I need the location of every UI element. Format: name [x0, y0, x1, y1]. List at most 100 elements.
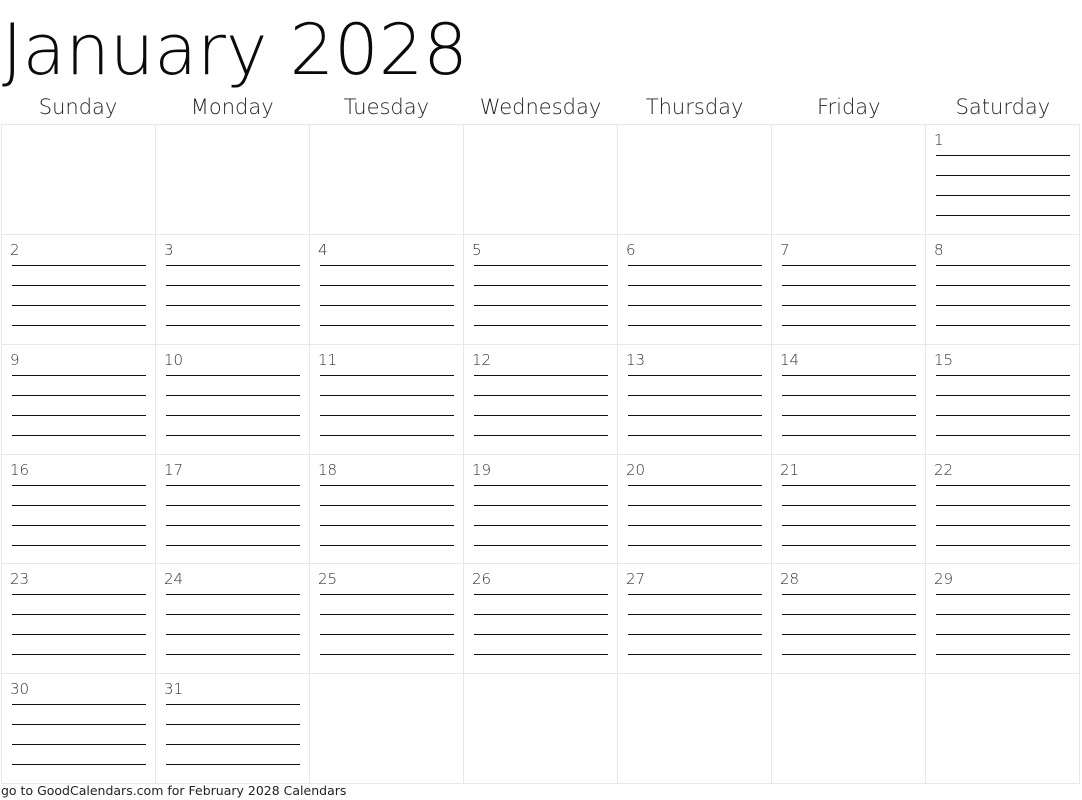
- empty-day-cell: [618, 674, 772, 784]
- note-line: [782, 504, 916, 506]
- note-line: [166, 594, 300, 596]
- note-line: [936, 654, 1070, 656]
- note-line: [12, 394, 146, 396]
- note-line: [12, 414, 146, 416]
- note-line: [12, 744, 146, 746]
- note-line: [628, 434, 762, 436]
- note-line: [782, 544, 916, 546]
- day-cell: 11: [310, 344, 464, 455]
- day-cell: 8: [926, 234, 1080, 345]
- day-cell: 28: [772, 564, 926, 675]
- day-cell: 5: [464, 234, 618, 345]
- note-line: [320, 524, 454, 526]
- weekday-thursday: Thursday: [645, 95, 744, 119]
- note-line: [628, 594, 762, 596]
- day-number: 2: [10, 240, 20, 259]
- footer-link[interactable]: go to GoodCalendars.com for February 202…: [1, 783, 346, 799]
- day-cell: 21: [772, 454, 926, 565]
- note-line: [12, 284, 146, 286]
- empty-day-cell: [464, 674, 618, 784]
- note-line: [782, 304, 916, 306]
- day-number: 31: [164, 680, 184, 699]
- weekday-monday: Monday: [190, 95, 274, 119]
- day-cell: 6: [618, 234, 772, 345]
- day-number: 25: [318, 570, 338, 589]
- note-line: [320, 544, 454, 546]
- calendar-title: January 2028: [2, 9, 468, 91]
- note-line: [474, 634, 608, 636]
- note-line: [936, 634, 1070, 636]
- note-line: [474, 524, 608, 526]
- note-line: [320, 394, 454, 396]
- note-line: [628, 614, 762, 616]
- day-number: 23: [10, 570, 30, 589]
- note-line: [936, 264, 1070, 266]
- note-line: [628, 374, 762, 376]
- note-line: [474, 284, 608, 286]
- note-line: [320, 304, 454, 306]
- note-line: [936, 434, 1070, 436]
- note-line: [12, 324, 146, 326]
- note-line: [12, 614, 146, 616]
- note-line: [628, 634, 762, 636]
- note-line: [474, 544, 608, 546]
- calendar-grid: 1 2 3 4 5 6 7 8 9 10 11 12 13 14 15 16 17 18 19 20 21 22 23 24 2…: [1, 124, 1080, 784]
- weekday-saturday: Saturday: [955, 95, 1051, 119]
- day-number: 16: [10, 460, 30, 479]
- note-line: [12, 524, 146, 526]
- note-line: [936, 175, 1070, 176]
- note-line: [936, 304, 1070, 306]
- day-cell: 19: [464, 454, 618, 565]
- note-line: [12, 654, 146, 656]
- day-cell: 31: [156, 674, 310, 784]
- note-line: [320, 284, 454, 286]
- day-number: 20: [626, 460, 646, 479]
- note-line: [936, 394, 1070, 396]
- note-line: [782, 324, 916, 326]
- note-line: [166, 504, 300, 506]
- note-line: [474, 654, 608, 656]
- day-cell: 12: [464, 344, 618, 455]
- note-line: [474, 484, 608, 486]
- day-cell: 10: [156, 344, 310, 455]
- note-line: [166, 524, 300, 526]
- note-line: [628, 284, 762, 286]
- note-line: [782, 264, 916, 266]
- day-number: 4: [318, 240, 328, 259]
- day-number: 28: [780, 570, 800, 589]
- note-line: [166, 304, 300, 306]
- note-line: [12, 484, 146, 486]
- note-line: [166, 544, 300, 546]
- note-line: [166, 614, 300, 616]
- empty-day-cell: [926, 674, 1080, 784]
- note-line: [782, 434, 916, 436]
- day-cell: 29: [926, 564, 1080, 675]
- note-line: [12, 264, 146, 266]
- note-line: [628, 414, 762, 416]
- note-line: [782, 594, 916, 596]
- note-line: [12, 704, 146, 706]
- day-number: 30: [10, 680, 30, 699]
- day-number: 15: [934, 350, 954, 369]
- note-line: [12, 594, 146, 596]
- day-cell: 9: [2, 344, 156, 455]
- note-line: [12, 374, 146, 376]
- note-line: [936, 374, 1070, 376]
- note-line: [12, 634, 146, 636]
- note-line: [474, 264, 608, 266]
- day-cell: 17: [156, 454, 310, 565]
- day-cell: 25: [310, 564, 464, 675]
- note-line: [166, 284, 300, 286]
- note-line: [474, 594, 608, 596]
- day-cell: 23: [2, 564, 156, 675]
- empty-day-cell: [464, 125, 618, 235]
- note-line: [782, 284, 916, 286]
- day-number: 29: [934, 570, 954, 589]
- note-line: [166, 394, 300, 396]
- day-number: 12: [472, 350, 492, 369]
- day-number: 11: [318, 350, 338, 369]
- day-number: 19: [472, 460, 492, 479]
- day-number: 10: [164, 350, 184, 369]
- note-line: [320, 504, 454, 506]
- note-line: [166, 324, 300, 326]
